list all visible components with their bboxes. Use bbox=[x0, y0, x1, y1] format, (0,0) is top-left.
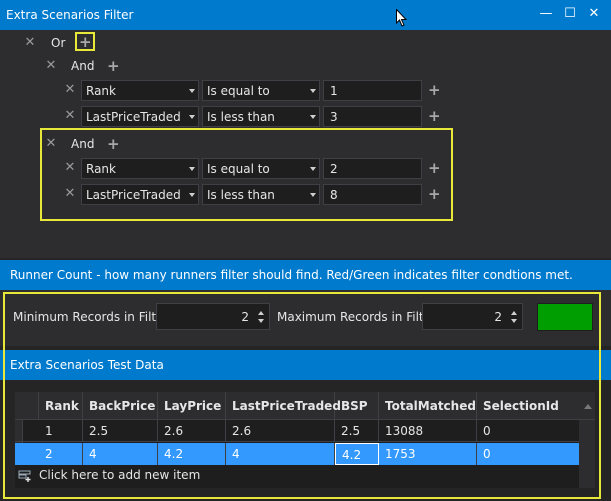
chevron-down-icon bbox=[310, 115, 316, 119]
chevron-down-icon bbox=[189, 167, 195, 171]
add-condition-group-2-icon[interactable]: + bbox=[107, 137, 120, 152]
mouse-cursor-icon bbox=[396, 9, 408, 27]
add-after-condition-2-2-icon[interactable]: + bbox=[428, 187, 441, 202]
remove-group-1-icon[interactable]: ✕ bbox=[45, 59, 57, 72]
maximize-button[interactable]: ☐ bbox=[560, 4, 580, 24]
comparison-combo-1-1[interactable]: Is equal to bbox=[202, 80, 320, 101]
add-condition-group-1-icon[interactable]: + bbox=[107, 59, 120, 74]
group-1-operator-label[interactable]: And bbox=[71, 59, 94, 73]
or-operator-label[interactable]: Or bbox=[51, 36, 65, 50]
remove-or-icon[interactable]: ✕ bbox=[24, 36, 36, 49]
runner-count-header: Runner Count - how many runners filter s… bbox=[0, 260, 611, 290]
chevron-down-icon bbox=[189, 89, 195, 93]
add-after-condition-1-2-icon[interactable]: + bbox=[428, 109, 441, 124]
comparison-combo-2-2[interactable]: Is less than bbox=[202, 184, 320, 205]
chevron-down-icon bbox=[310, 167, 316, 171]
filter-builder: ✕ Or + ✕ And + ✕ Rank Is equal to 1 + ✕ … bbox=[0, 30, 611, 258]
chevron-down-icon bbox=[189, 193, 195, 197]
remove-group-2-icon[interactable]: ✕ bbox=[45, 137, 57, 150]
field-combo-2-2[interactable]: LastPriceTraded bbox=[81, 184, 199, 205]
chevron-down-icon bbox=[189, 115, 195, 119]
close-button[interactable]: ✕ bbox=[584, 4, 604, 24]
field-combo-1-1[interactable]: Rank bbox=[81, 80, 199, 101]
remove-condition-2-2-icon[interactable]: ✕ bbox=[64, 187, 76, 200]
remove-condition-1-2-icon[interactable]: ✕ bbox=[64, 109, 76, 122]
value-input-2-1[interactable]: 2 bbox=[323, 158, 422, 179]
value-input-2-2[interactable]: 8 bbox=[323, 184, 422, 205]
runner-data-highlight-top bbox=[3, 292, 601, 294]
runner-data-highlight bbox=[3, 292, 601, 499]
add-group-highlight bbox=[75, 32, 95, 51]
field-combo-1-2[interactable]: LastPriceTraded bbox=[81, 106, 199, 127]
remove-condition-2-1-icon[interactable]: ✕ bbox=[64, 161, 76, 174]
minimize-button[interactable]: — bbox=[536, 4, 556, 24]
chevron-down-icon bbox=[310, 89, 316, 93]
value-input-1-1[interactable]: 1 bbox=[323, 80, 422, 101]
window-title: Extra Scenarios Filter bbox=[6, 8, 134, 22]
comparison-combo-1-2[interactable]: Is less than bbox=[202, 106, 320, 127]
add-after-condition-1-1-icon[interactable]: + bbox=[428, 83, 441, 98]
test-data-panel: Rank BackPrice LayPrice LastPriceTraded … bbox=[0, 292, 611, 501]
comparison-combo-2-1[interactable]: Is equal to bbox=[202, 158, 320, 179]
add-after-condition-2-1-icon[interactable]: + bbox=[428, 161, 441, 176]
value-input-1-2[interactable]: 3 bbox=[323, 106, 422, 127]
title-bar: Extra Scenarios Filter — ☐ ✕ bbox=[0, 0, 611, 30]
field-combo-2-1[interactable]: Rank bbox=[81, 158, 199, 179]
chevron-down-icon bbox=[310, 193, 316, 197]
remove-condition-1-1-icon[interactable]: ✕ bbox=[64, 83, 76, 96]
group-2-operator-label[interactable]: And bbox=[71, 137, 94, 151]
